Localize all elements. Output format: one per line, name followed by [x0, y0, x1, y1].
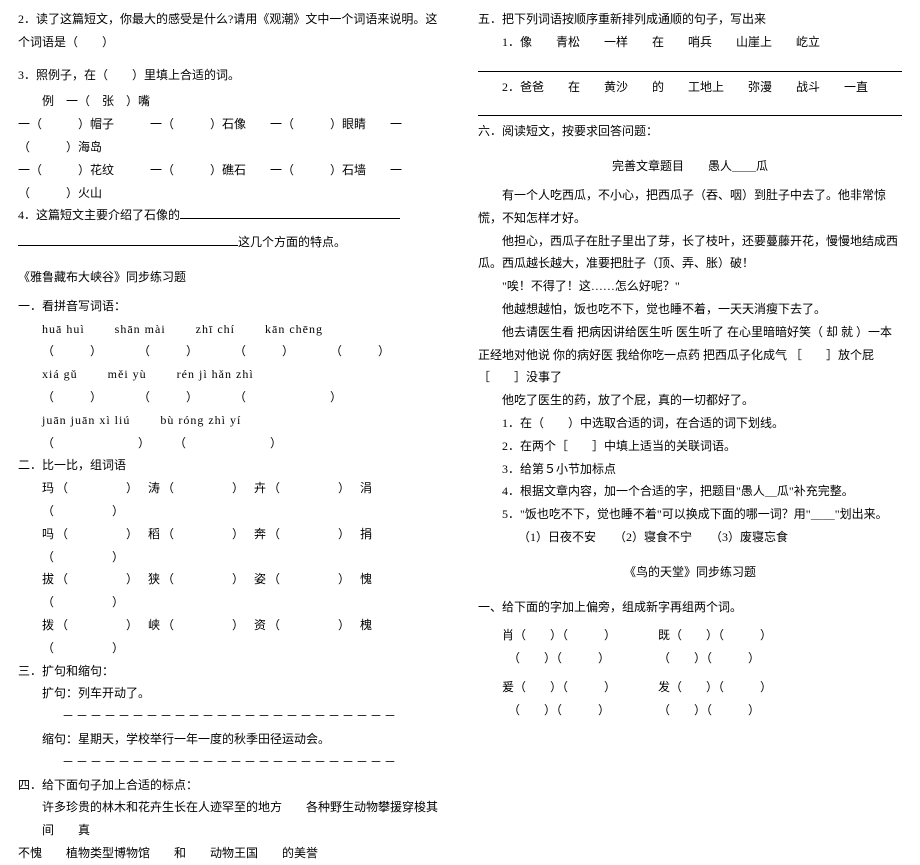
pinyin: rén jì hǎn zhì: [177, 363, 254, 386]
fill-row: 一（ ）帽子 一（ ）石像 一（ ）眼睛 一（ ）海岛: [18, 113, 442, 159]
passage-p: 有一个人吃西瓜，不小心，把西瓜子（吞、咽）到肚子中去了。他非常惊慌，不知怎样才好…: [478, 184, 902, 230]
section-title-2: 《鸟的天堂》同步练习题: [478, 561, 902, 584]
pinyin-row: xiá gǔ měi yù rén jì hǎn zhì: [18, 363, 442, 386]
dash-line[interactable]: －－－－－－－－－－－－－－－－－－－－－－－－: [18, 751, 442, 774]
dash-line[interactable]: －－－－－－－－－－－－－－－－－－－－－－－－: [18, 705, 442, 728]
expand-sentence: 扩句：列车开动了。: [18, 682, 442, 705]
passage-p: 他吃了医生的药，放了个屁，真的一切都好了。: [478, 389, 902, 412]
char-row[interactable]: 肖（ ）（ ） 既（ ）（ ）: [478, 624, 902, 647]
section-3: 三．扩句和缩句：: [18, 660, 442, 683]
passage-p: 他担心，西瓜子在肚子里出了芽，长了枝叶，还要蔓藤开花，慢慢地结成西瓜。西瓜越长越…: [478, 230, 902, 276]
sub-q4: 4．根据文章内容，加一个合适的字，把题目"愚人＿瓜"补充完整。: [478, 480, 902, 503]
q4-text: 4．这篇短文主要介绍了石像的: [18, 208, 180, 222]
sub-q3: 3．给第５小节加标点: [478, 458, 902, 481]
word-row[interactable]: 玛（ ） 涛（ ） 卉（ ） 涓（ ）: [42, 477, 442, 523]
reorder-1: 1．像 青松 一样 在 哨兵 山崖上 屹立: [478, 31, 902, 54]
question-5: 五．把下列词语按顺序重新排列成通顺的句子，写出来: [478, 8, 902, 31]
punctuation-text: 不愧 植物类型博物馆 和 动物王国 的美誉: [18, 842, 442, 865]
passage-p: "唉！不得了！这……怎么好呢？": [478, 275, 902, 298]
contract-sentence: 缩句：星期天，学校举行一年一度的秋季田径运动会。: [18, 728, 442, 751]
paren-row[interactable]: （ ） （ ） （ ）: [18, 386, 442, 409]
passage-title: 完善文章题目 愚人＿＿瓜: [478, 155, 902, 178]
word-row[interactable]: 拨（ ） 峡（ ） 资（ ） 槐（ ）: [42, 614, 442, 660]
answer-line[interactable]: [478, 58, 902, 72]
sub-q5-opts: （1）日夜不安 （2）寝食不宁 （3）废寝忘食: [478, 526, 902, 549]
word-row[interactable]: 拔（ ） 狭（ ） 姿（ ） 愧（ ）: [42, 568, 442, 614]
answer-line[interactable]: [478, 102, 902, 116]
pinyin: měi yù: [108, 363, 147, 386]
pinyin-row: juān juān xì liú bù róng zhì yí: [18, 409, 442, 432]
word-row[interactable]: 吗（ ） 稻（ ） 奔（ ） 捐（ ）: [42, 523, 442, 569]
fill-row: 一（ ）花纹 一（ ）礁石 一（ ）石墙 一（ ）火山: [18, 159, 442, 205]
section-title: 《雅鲁藏布大峡谷》同步练习题: [18, 266, 442, 289]
sub-q5: 5．"饭也吃不下，觉也睡不着"可以换成下面的哪一词？用"＿＿"划出来。: [478, 503, 902, 526]
q4-tail: 这几个方面的特点。: [18, 231, 442, 254]
char-row[interactable]: （ ）（ ） （ ）（ ）: [478, 699, 902, 722]
question-6: 六．阅读短文，按要求回答问题：: [478, 120, 902, 143]
paren-row[interactable]: （ ） （ ）: [18, 432, 442, 455]
punctuation-text: 许多珍贵的林木和花卉生长在人迹罕至的地方 各种野生动物攀援穿梭其间 真: [18, 796, 442, 842]
pinyin-row: huā huì shān mài zhī chí kān chēng: [18, 318, 442, 341]
section-4: 四．给下面句子加上合适的标点：: [18, 774, 442, 797]
question-2: 2．读了这篇短文，你最大的感受是什么?请用《观潮》文中一个词语来说明。这个词语是…: [18, 8, 442, 54]
example-text: 例 一（ 张 ）嘴: [18, 90, 442, 113]
bird-q1: 一、给下面的字加上偏旁，组成新字再组两个词。: [478, 596, 902, 619]
sub-q2: 2．在两个［ ］中填上适当的关联词语。: [478, 435, 902, 458]
pinyin: juān juān xì liú: [42, 409, 130, 432]
pinyin: zhī chí: [196, 318, 235, 341]
blank-line[interactable]: [18, 234, 238, 246]
pinyin: xiá gǔ: [42, 363, 78, 386]
sub-q1: 1．在（ ）中选取合适的词，在合适的词下划线。: [478, 412, 902, 435]
section-1: 一．看拼音写词语：: [18, 295, 442, 318]
question-3: 3．照例子，在（ ）里填上合适的词。: [18, 64, 442, 87]
pinyin: shān mài: [115, 318, 166, 341]
paren-row[interactable]: （ ） （ ） （ ） （ ）: [18, 340, 442, 363]
question-4: 4．这篇短文主要介绍了石像的: [18, 204, 442, 227]
pinyin: bù róng zhì yí: [160, 409, 241, 432]
char-row[interactable]: 爰（ ）（ ） 发（ ）（ ）: [478, 676, 902, 699]
blank-line[interactable]: [180, 207, 400, 219]
q4-tail-text: 这几个方面的特点。: [238, 235, 346, 249]
passage-p: 他越想越怕，饭也吃不下，觉也睡不着，一天天消瘦下去了。: [478, 298, 902, 321]
pinyin: huā huì: [42, 318, 85, 341]
passage-p: 他去请医生看 把病因讲给医生听 医生听了 在心里暗暗好笑（ 却 就 ）一本正经地…: [478, 321, 902, 389]
pinyin: kān chēng: [265, 318, 323, 341]
section-2: 二．比一比，组词语: [18, 454, 442, 477]
reorder-2: 2．爸爸 在 黄沙 的 工地上 弥漫 战斗 一直: [478, 76, 902, 99]
